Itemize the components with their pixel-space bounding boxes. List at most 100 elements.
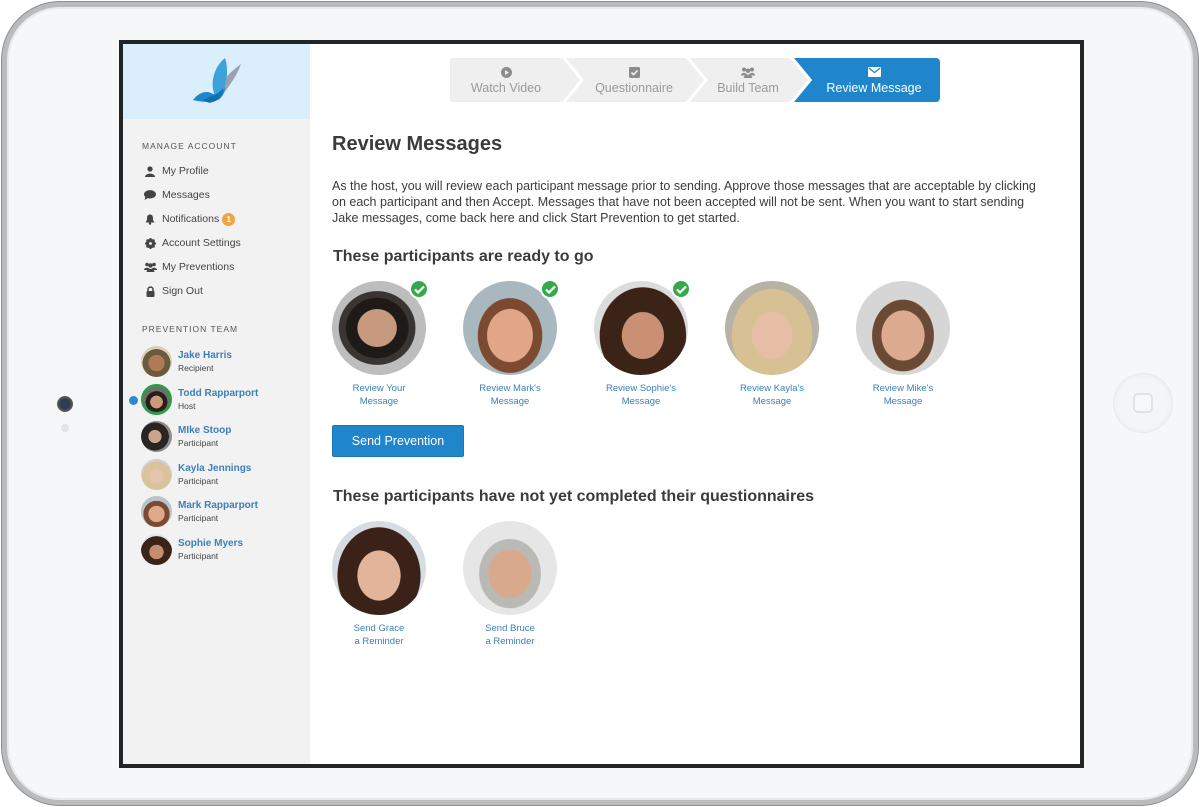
sidebar: MANAGE ACCOUNT My Profile Messages Notif… [123,44,310,764]
link-line: Review Kayla's [739,383,805,394]
logo-area[interactable] [123,44,310,119]
step-review-message[interactable]: Review Message [794,58,940,102]
review-link[interactable]: Review Mike's Message [856,382,950,408]
member-role: Participant [178,438,219,449]
step-label: Build Team [717,81,779,95]
page-title: Review Messages [332,133,503,155]
send-reminder-link[interactable]: Send Grace a Reminder [332,622,426,648]
bell-icon [143,213,157,225]
notification-badge: 1 [222,212,236,226]
link-line: Message [752,396,792,407]
review-link[interactable]: Review Sophie's Message [594,382,688,408]
member-name: Todd Rapparport [178,387,259,399]
step-questionnaire[interactable]: Questionnaire [566,58,708,102]
home-button[interactable] [1113,373,1173,433]
link-line: Send Bruce [485,623,535,634]
account-menu: My Profile Messages Notifications 1 Acco… [123,159,310,303]
intro-text: As the host, you will review each partic… [332,179,1036,225]
send-prevention-button[interactable]: Send Prevention [332,425,464,457]
member-role: Participant [178,550,219,561]
link-line: Send Grace [353,623,405,634]
team-list: Jake Harris Recipient Todd Rapparport Host… [123,343,310,568]
member-name: Jake Harris [178,350,232,362]
menu-item-notifications[interactable]: Notifications 1 [123,207,310,231]
screen: MANAGE ACCOUNT My Profile Messages Notif… [119,40,1084,768]
group-icon [143,261,157,273]
participant-photo [594,279,691,375]
link-line: Review Your [352,383,406,394]
participant-card-mark[interactable]: Review Mark's Message [463,279,594,408]
ready-section-title: These participants are ready to go [333,248,594,265]
review-link[interactable]: Review Mark's Message [463,382,557,408]
menu-item-my-preventions[interactable]: My Preventions [123,255,310,279]
home-square-icon [1133,393,1153,413]
member-role: Host [178,400,196,411]
camera-icon [57,396,73,412]
menu-item-my-profile[interactable]: My Profile [123,159,310,183]
sensor-dot [61,424,69,432]
pending-section-title: These participants have not yet complete… [333,488,815,505]
link-line: Review Mike's [872,383,934,394]
menu-item-sign-out[interactable]: Sign Out [123,279,310,303]
avatar [141,346,172,378]
ready-participants: Review Your Message Review Mark's Message … [332,279,987,408]
participant-card-mike[interactable]: Review Mike's Message [856,281,987,408]
participant-card-kayla[interactable]: Review Kayla's Message [725,281,856,408]
step-label: Review Message [826,81,922,95]
photo-circle [332,521,426,615]
participant-card-bruce[interactable]: Send Bruce a Reminder [463,521,594,648]
avatar [141,383,172,415]
user-icon [143,165,157,177]
team-member-jake-harris[interactable]: Jake Harris Recipient [123,343,310,381]
team-member-kayla-jennings[interactable]: Kayla Jennings Participant [123,456,310,494]
participant-card-grace[interactable]: Send Grace a Reminder [332,521,463,648]
send-reminder-link[interactable]: Send Bruce a Reminder [463,622,557,648]
gear-icon [143,237,157,249]
prevention-team-heading: PREVENTION TEAM [142,324,239,334]
menu-item-account-settings[interactable]: Account Settings [123,231,310,255]
participant-card-sophie[interactable]: Review Sophie's Message [594,279,725,408]
team-member-sophie-myers[interactable]: Sophie Myers Participant [123,531,310,569]
review-link[interactable]: Review Your Message [332,382,426,408]
member-name: Sophie Myers [178,537,244,549]
link-line: Message [359,396,399,407]
avatar [141,458,172,490]
participant-photo [856,281,950,375]
main-content: Watch Video Questionnaire Build Team Rev… [310,44,1080,764]
participant-card-you[interactable]: Review Your Message [332,279,463,408]
link-line: Message [621,396,661,407]
member-role: Recipient [178,363,214,374]
envelope-icon [867,65,881,79]
review-link[interactable]: Review Kayla's Message [725,382,819,408]
play-icon [500,65,512,79]
active-indicator [129,395,138,405]
pending-participants: Send Grace a Reminder Send Bruce a Reminde… [332,521,594,648]
link-line: a Reminder [485,636,535,647]
avatar [141,421,172,453]
team-member-todd-rapparport[interactable]: Todd Rapparport Host [123,381,310,419]
participant-photo [463,521,557,615]
manage-account-heading: MANAGE ACCOUNT [142,141,237,151]
team-member-mark-rapparport[interactable]: Mark Rapparport Participant [123,493,310,531]
menu-item-messages[interactable]: Messages [123,183,310,207]
menu-label: Notifications [162,213,220,225]
photo-circle [856,281,950,375]
participant-photo [725,281,819,375]
checkbox-icon [628,65,640,79]
member-name: MIke Stoop [178,425,232,437]
member-name: Mark Rapparport [178,500,259,512]
menu-label: Sign Out [162,285,203,297]
menu-label: My Profile [162,165,209,177]
member-role: Participant [178,475,219,486]
team-member-mike-stoop[interactable]: MIke Stoop Participant [123,418,310,456]
member-role: Participant [178,513,219,524]
step-watch-video[interactable]: Watch Video [450,58,584,102]
link-line: Message [883,396,923,407]
link-line: Message [490,396,530,407]
menu-label: Account Settings [162,237,241,249]
avatar [141,496,172,528]
participant-photo [463,279,560,375]
menu-label: My Preventions [162,261,235,273]
step-label: Questionnaire [595,81,673,95]
approved-check-icon [671,279,691,299]
